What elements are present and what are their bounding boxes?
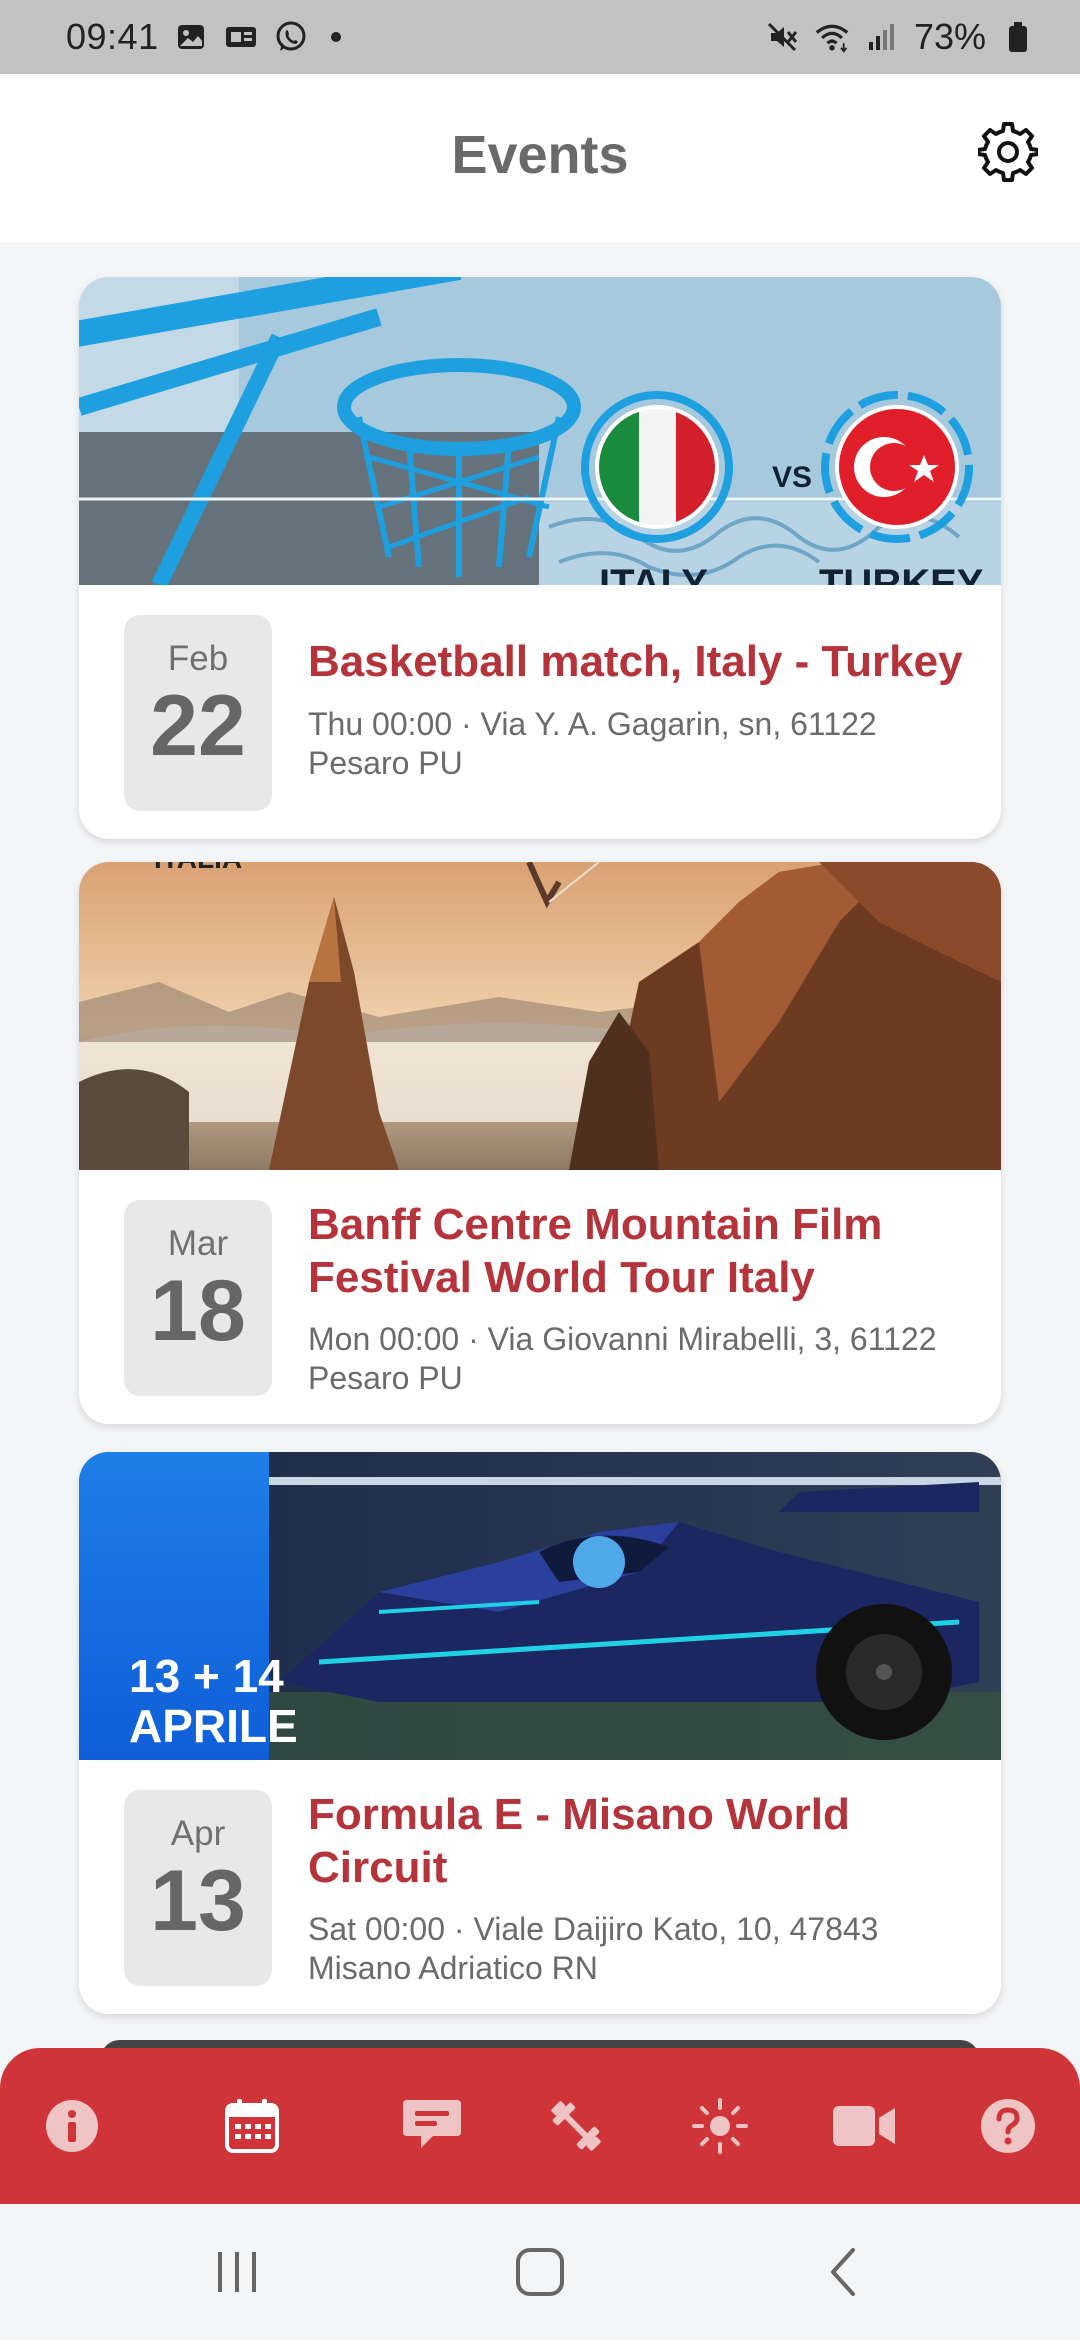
status-left: 09:41: [66, 16, 341, 58]
tab-fitness[interactable]: [540, 2090, 612, 2162]
event-title: Formula E - Misano World Circuit: [308, 1790, 850, 1892]
image-icon: [173, 19, 209, 55]
tab-help[interactable]: [972, 2090, 1044, 2162]
svg-text:VS: VS: [772, 461, 812, 494]
event-meta: Thu 00:00 · Via Y. A. Gagarin, sn, 61122…: [308, 706, 877, 781]
tab-info[interactable]: [36, 2090, 108, 2162]
whatsapp-icon: [273, 19, 309, 55]
event-body: Feb 22 Basketball match, Italy - Turkey …: [79, 585, 1001, 839]
gear-icon: [978, 122, 1038, 182]
date-month: Apr: [170, 1814, 226, 1853]
dot-icon: [330, 32, 341, 42]
date-month: Feb: [167, 639, 229, 678]
video-icon: [833, 2106, 895, 2146]
tab-chat[interactable]: [396, 2090, 468, 2162]
dumbbell-icon: [551, 2101, 601, 2151]
event-body: Mar 18 Banff Centre Mountain Film Festiv…: [79, 1170, 1001, 1424]
event-card-banff[interactable]: ITALIA Mar 18 Banff Centre Mountain Film…: [79, 862, 1001, 1424]
back-icon: [831, 2248, 855, 2296]
date-day: 22: [150, 678, 246, 774]
wifi-icon: [814, 19, 850, 55]
tab-calendar[interactable]: [216, 2090, 288, 2162]
italy-label: ITALY: [599, 562, 708, 585]
event-card-formula-e[interactable]: 13 + 14 APRILE Apr 13 Formula E - Misano…: [79, 1452, 1001, 2014]
turkey-label: TURKEY: [819, 562, 984, 585]
home-icon: [516, 2248, 564, 2296]
tab-video[interactable]: [828, 2090, 900, 2162]
date-box: Apr 13: [124, 1790, 272, 1986]
event-image-banff: ITALIA: [79, 862, 1001, 1170]
app-header: Events: [0, 74, 1080, 242]
image-dates-line2: APRILE: [129, 1700, 298, 1752]
event-title: Banff Centre Mountain Film Festival Worl…: [308, 1200, 883, 1302]
calendar-icon: [225, 2099, 279, 2153]
image-dates-line1: 13 + 14: [129, 1650, 284, 1702]
status-time: 09:41: [66, 16, 159, 57]
recents-button[interactable]: [197, 2240, 277, 2304]
info-icon: [46, 2100, 98, 2152]
date-month: Mar: [167, 1224, 229, 1263]
event-meta: Sat 00:00 · Viale Daijiro Kato, 10, 4784…: [308, 1911, 879, 1986]
event-list: VS ITALY TURKEY Feb 22 Basketball match,…: [0, 242, 1080, 2048]
battery-icon: [1000, 19, 1036, 55]
mute-icon: [764, 19, 800, 55]
chat-icon: [403, 2100, 461, 2148]
ticket-icon: [223, 19, 259, 55]
event-image-basketball: VS ITALY TURKEY: [79, 277, 1001, 585]
event-title: Basketball match, Italy - Turkey: [308, 637, 963, 686]
date-box: Mar 18: [124, 1200, 272, 1396]
system-nav-bar: [0, 2204, 1080, 2340]
date-day: 18: [150, 1263, 246, 1359]
back-button[interactable]: [803, 2240, 883, 2304]
image-caption: ITALIA: [154, 862, 242, 874]
event-body: Apr 13 Formula E - Misano World Circuit …: [79, 1760, 1001, 2014]
signal-icon: [864, 19, 900, 55]
recents-icon: [218, 2252, 256, 2292]
date-box: Feb 22: [124, 615, 272, 811]
status-bar: 09:41 73%: [0, 0, 1080, 74]
vs-label: VS: [772, 461, 812, 494]
bottom-tab-bar: [0, 2048, 1080, 2204]
event-meta: Mon 00:00 · Via Giovanni Mirabelli, 3, 6…: [308, 1321, 937, 1396]
sun-icon: [692, 2098, 748, 2154]
event-card-basketball[interactable]: VS ITALY TURKEY Feb 22 Basketball match,…: [79, 277, 1001, 839]
settings-button[interactable]: [974, 118, 1042, 186]
event-image-formula-e: 13 + 14 APRILE: [79, 1452, 1001, 1760]
page-title: Events: [451, 125, 629, 185]
help-icon: [981, 2099, 1035, 2153]
battery-percentage: 73%: [913, 16, 986, 57]
status-right: 73%: [764, 16, 1036, 58]
home-button[interactable]: [500, 2240, 580, 2304]
date-day: 13: [150, 1853, 246, 1949]
tab-weather[interactable]: [684, 2090, 756, 2162]
